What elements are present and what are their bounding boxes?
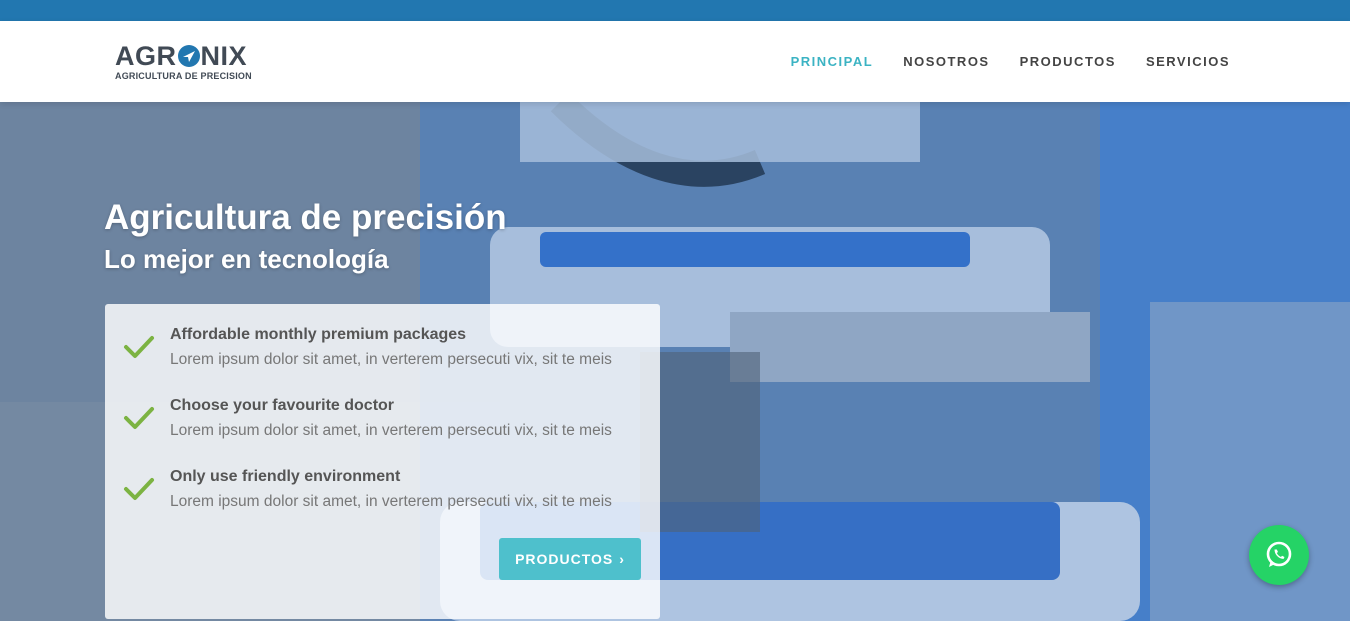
check-icon — [124, 478, 154, 500]
whatsapp-button[interactable] — [1249, 525, 1309, 585]
nav-item-principal[interactable]: PRINCIPAL — [791, 54, 874, 69]
feature-item: Choose your favourite doctor Lorem ipsum… — [105, 397, 660, 449]
hero-title: Agricultura de precisión — [104, 198, 507, 237]
nav-item-servicios[interactable]: SERVICIOS — [1146, 54, 1230, 69]
whatsapp-icon — [1266, 541, 1292, 567]
feature-title: Choose your favourite doctor — [170, 397, 395, 414]
hero-subtitle: Lo mejor en tecnología — [104, 244, 389, 274]
check-icon — [124, 336, 154, 358]
logo-o-icon — [177, 45, 200, 67]
feature-title: Only use friendly environment — [170, 468, 401, 485]
logo-text-end: NIX — [200, 41, 248, 71]
main-nav: PRINCIPAL NOSOTROS PRODUCTOS SERVICIOS — [761, 54, 1230, 69]
feature-item: Only use friendly environment Lorem ipsu… — [105, 468, 660, 520]
features-panel: Affordable monthly premium packages Lore… — [105, 304, 660, 619]
logo-tagline: AGRICULTURA DE PRECISION — [115, 71, 252, 81]
top-accent-bar — [0, 0, 1350, 21]
feature-description: Lorem ipsum dolor sit amet, in verterem … — [170, 493, 612, 510]
site-header: AGR NIX AGRICULTURA DE PRECISION PRINCIP… — [0, 21, 1350, 102]
feature-description: Lorem ipsum dolor sit amet, in verterem … — [170, 422, 612, 439]
logo-wordmark: AGR NIX — [115, 41, 255, 71]
feature-description: Lorem ipsum dolor sit amet, in verterem … — [170, 351, 612, 368]
feature-title: Affordable monthly premium packages — [170, 326, 467, 343]
nav-item-productos[interactable]: PRODUCTOS — [1020, 54, 1116, 69]
feature-item: Affordable monthly premium packages Lore… — [105, 326, 660, 378]
check-icon — [124, 407, 154, 429]
hero-section: Agricultura de precisión Lo mejor en tec… — [0, 102, 1350, 621]
logo-text-start: AGR — [115, 41, 177, 71]
logo[interactable]: AGR NIX AGRICULTURA DE PRECISION — [115, 41, 255, 85]
chevron-right-icon: › — [619, 551, 625, 567]
nav-item-nosotros[interactable]: NOSOTROS — [903, 54, 989, 69]
productos-button-label: PRODUCTOS — [515, 551, 614, 567]
productos-button[interactable]: PRODUCTOS › — [499, 538, 641, 580]
